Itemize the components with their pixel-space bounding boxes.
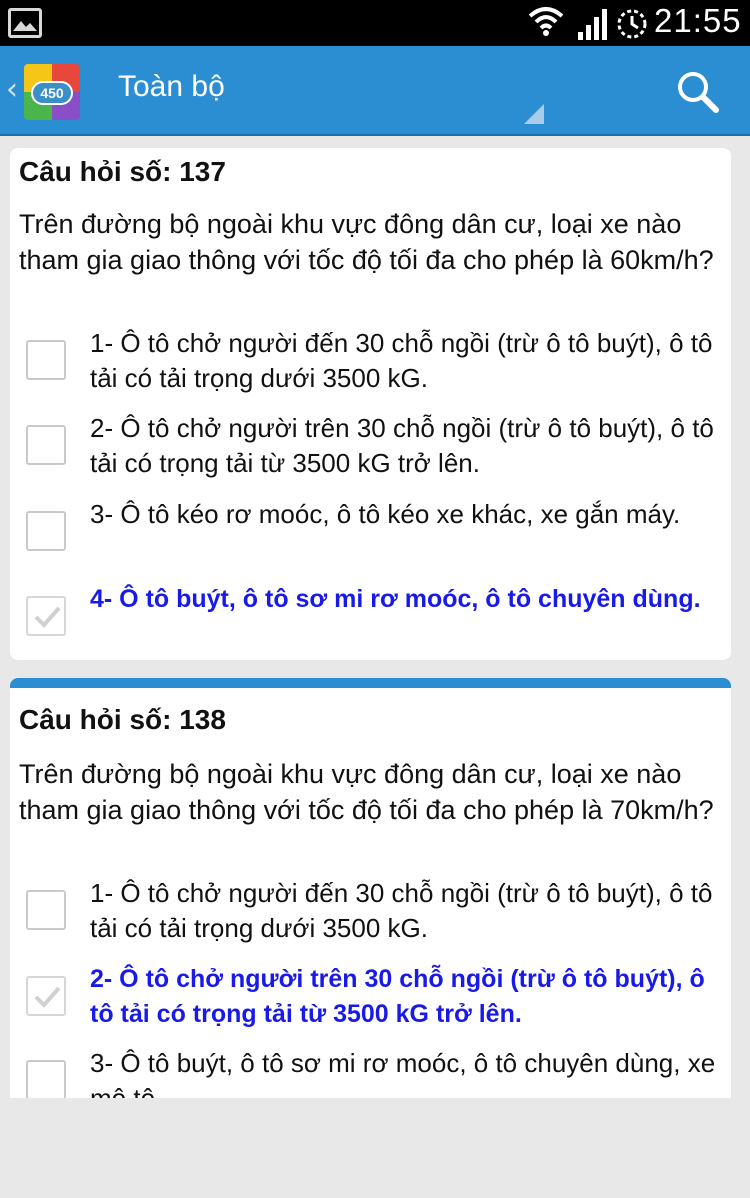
app-logo[interactable]: 450 [24, 64, 80, 120]
signal-icon [576, 8, 608, 44]
question-title: Câu hỏi số: 137 [19, 156, 226, 187]
logo-badge: 450 [31, 81, 73, 105]
answer-text: 3- Ô tô kéo rơ moóc, ô tô kéo xe khác, x… [90, 499, 681, 529]
answer-checkbox-checked[interactable] [26, 596, 66, 636]
answer-checkbox[interactable] [26, 1060, 66, 1098]
answer-checkbox[interactable] [26, 511, 66, 551]
answer-checkbox[interactable] [26, 425, 66, 465]
search-icon[interactable] [676, 70, 720, 118]
question-text: Trên đường bộ ngoài khu vực đông dân cư,… [19, 209, 714, 275]
answer-text: 2- Ô tô chở người trên 30 chỗ ngồi (trừ … [90, 965, 705, 1028]
answer-text: 4- Ô tô buýt, ô tô sơ mi rơ moóc, ô tô c… [90, 585, 701, 613]
action-bar: ‹ 450 Toàn bộ [0, 46, 750, 136]
back-icon[interactable]: ‹ [6, 72, 18, 107]
spinner-indicator-icon[interactable] [524, 104, 544, 124]
answer-text: 2- Ô tô chở người trên 30 chỗ ngồi (trừ … [90, 413, 714, 478]
alarm-icon [614, 6, 650, 46]
question-text: Trên đường bộ ngoài khu vực đông dân cư,… [19, 759, 714, 825]
status-clock: 21:55 [654, 2, 742, 39]
check-icon [34, 606, 61, 628]
question-title: Câu hỏi số: 138 [19, 704, 226, 735]
status-bar: 21:55 [0, 0, 750, 46]
question-card: Câu hỏi số: 137 Trên đường bộ ngoài khu … [10, 148, 731, 660]
wifi-icon [528, 6, 564, 44]
check-icon [34, 986, 61, 1008]
answer-checkbox[interactable] [26, 340, 66, 380]
answer-checkbox[interactable] [26, 890, 66, 930]
page-title[interactable]: Toàn bộ [118, 70, 225, 104]
answer-text: 1- Ô tô chở người đến 30 chỗ ngồi (trừ ô… [90, 328, 713, 393]
answer-text: 1- Ô tô chở người đến 30 chỗ ngồi (trừ ô… [90, 878, 713, 943]
question-card: Câu hỏi số: 138 Trên đường bộ ngoài khu … [10, 678, 731, 1098]
answer-text: 3- Ô tô buýt, ô tô sơ mi rơ moóc, ô tô c… [90, 1048, 716, 1098]
answer-checkbox-checked[interactable] [26, 976, 66, 1016]
gallery-icon [8, 8, 42, 38]
